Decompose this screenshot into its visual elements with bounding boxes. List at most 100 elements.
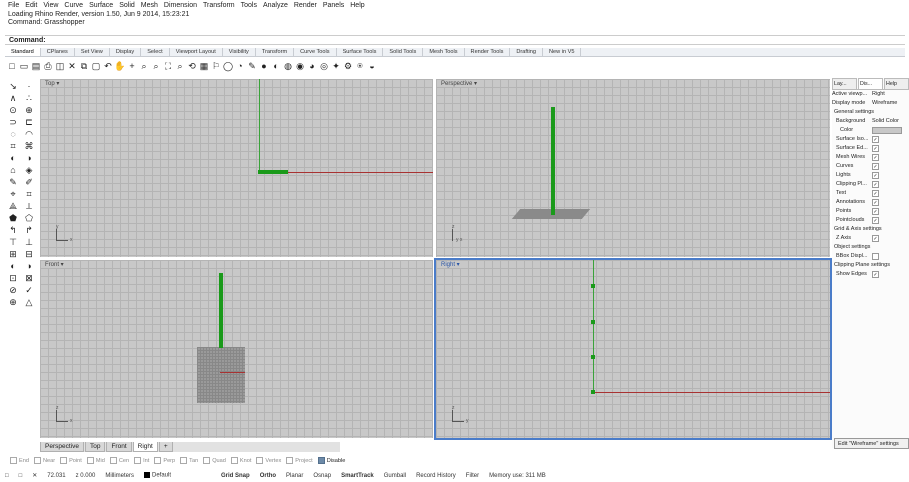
left-tool-icon[interactable]: ◠: [21, 128, 37, 140]
background-value[interactable]: Solid Color: [872, 117, 909, 126]
left-tool-icon[interactable]: ◑: [21, 260, 37, 272]
view-tab[interactable]: Front: [106, 442, 132, 452]
left-tool-icon[interactable]: ⊘: [5, 284, 21, 296]
toolbar-tab[interactable]: CPlanes: [41, 48, 75, 56]
menu-item-file[interactable]: File: [8, 2, 19, 9]
left-tool-icon[interactable]: ⌖: [5, 188, 21, 200]
toolbar-icon[interactable]: ◍: [283, 61, 293, 71]
viewport-title-perspective[interactable]: Perspective ▾: [439, 80, 480, 87]
left-tool-icon[interactable]: ⊕: [5, 296, 21, 308]
osnap-option[interactable]: Point: [60, 457, 82, 464]
toolbar-icon[interactable]: ◫: [55, 61, 65, 71]
status-toggle[interactable]: Filter: [461, 473, 484, 479]
status-toggle[interactable]: Record History: [411, 473, 461, 479]
left-tool-icon[interactable]: ✐: [21, 176, 37, 188]
display-mode-value[interactable]: Wireframe: [872, 99, 909, 108]
left-tool-icon[interactable]: ⌗: [21, 188, 37, 200]
toolbar-icon[interactable]: ▤: [31, 61, 41, 71]
status-toggle[interactable]: SmartTrack: [336, 473, 379, 479]
status-toggle[interactable]: Ortho: [255, 473, 281, 479]
toolbar-icon[interactable]: ✦: [331, 61, 341, 71]
osnap-checkbox[interactable]: [286, 457, 294, 464]
display-setting-checkbox[interactable]: ✓: [872, 208, 879, 215]
panel-tab-display[interactable]: Dis...: [858, 78, 883, 89]
toolbar-icon[interactable]: ✎: [247, 61, 257, 71]
left-tool-icon[interactable]: ·: [21, 80, 37, 92]
view-tab[interactable]: Top: [84, 442, 106, 452]
left-tool-icon[interactable]: ⬠: [21, 212, 37, 224]
osnap-checkbox[interactable]: [60, 457, 68, 464]
toolbar-icon[interactable]: ↶: [103, 61, 113, 71]
toolbar-tab[interactable]: Render Tools: [465, 48, 511, 56]
osnap-option[interactable]: Tan: [180, 457, 198, 464]
menu-item-transform[interactable]: Transform: [203, 2, 235, 9]
toolbar-icon[interactable]: ⛶: [163, 61, 173, 71]
left-tool-icon[interactable]: ↘: [5, 80, 21, 92]
toolbar-icon[interactable]: ✕: [67, 61, 77, 71]
general-settings-header[interactable]: General settings: [832, 108, 909, 117]
toolbar-icon[interactable]: ⌕: [175, 61, 185, 71]
toolbar-icon[interactable]: ▦: [199, 61, 209, 71]
toolbar-tab[interactable]: Set View: [75, 48, 110, 56]
left-tool-icon[interactable]: ✎: [5, 176, 21, 188]
left-tool-icon[interactable]: ↰: [5, 224, 21, 236]
menu-item-panels[interactable]: Panels: [323, 2, 344, 9]
status-toggle[interactable]: Osnap: [308, 473, 336, 479]
osnap-option[interactable]: Near: [33, 457, 55, 464]
menu-item-tools[interactable]: Tools: [241, 2, 257, 9]
status-toggle[interactable]: Grid Snap: [216, 473, 255, 479]
color-swatch[interactable]: [872, 126, 909, 135]
display-setting-checkbox[interactable]: ✓: [872, 172, 879, 179]
status-toggle[interactable]: Gumball: [379, 473, 411, 479]
toolbar-tab[interactable]: New in V5: [543, 48, 582, 56]
toolbar-icon[interactable]: ▢: [91, 61, 101, 71]
osnap-option[interactable]: Cen: [109, 457, 129, 464]
viewport-top[interactable]: Top ▾ y x: [40, 79, 433, 257]
left-tool-icon[interactable]: ⊠: [21, 272, 37, 284]
osnap-option[interactable]: Quad: [203, 457, 226, 464]
viewport-perspective[interactable]: Perspective ▾ z y x: [436, 79, 830, 257]
left-tool-icon[interactable]: ↱: [21, 224, 37, 236]
toolbar-icon[interactable]: ⍟: [355, 61, 365, 71]
units-label[interactable]: Millimeters: [100, 473, 139, 479]
left-tool-icon[interactable]: ✓: [21, 284, 37, 296]
osnap-checkbox[interactable]: [317, 457, 325, 464]
status-toggle[interactable]: Memory use: 311 MB: [484, 473, 551, 479]
toolbar-tab[interactable]: Transform: [256, 48, 295, 56]
toolbar-icon[interactable]: ◎: [319, 61, 329, 71]
display-setting-checkbox[interactable]: ✓: [872, 217, 879, 224]
left-tool-icon[interactable]: ⟁: [5, 200, 21, 212]
osnap-checkbox[interactable]: [256, 457, 264, 464]
osnap-checkbox[interactable]: [109, 457, 117, 464]
toolbar-tab[interactable]: Solid Tools: [383, 48, 424, 56]
toolbar-icon[interactable]: ⚐: [211, 61, 221, 71]
z-axis-checkbox[interactable]: ✓: [872, 235, 879, 242]
toolbar-icon[interactable]: ◉: [295, 61, 305, 71]
panel-tab-layers[interactable]: Lay...: [832, 78, 857, 89]
viewport-front[interactable]: Front ▾ z x: [40, 260, 433, 438]
toolbar-tab[interactable]: Visibility: [223, 48, 256, 56]
display-setting-checkbox[interactable]: ✓: [872, 136, 879, 143]
view-tab[interactable]: Perspective: [40, 442, 84, 452]
left-tool-icon[interactable]: ⬟: [5, 212, 21, 224]
osnap-checkbox[interactable]: [86, 457, 94, 464]
osnap-checkbox[interactable]: [134, 457, 142, 464]
toolbar-tab[interactable]: Drafting: [510, 48, 543, 56]
toolbar-tab[interactable]: Surface Tools: [337, 48, 384, 56]
toolbar-icon[interactable]: ⌕: [139, 61, 149, 71]
left-tool-icon[interactable]: ⊙: [5, 104, 21, 116]
osnap-option[interactable]: Mid: [86, 457, 105, 464]
plane-icon[interactable]: □: [0, 473, 14, 479]
display-setting-checkbox[interactable]: ✓: [872, 190, 879, 197]
display-setting-checkbox[interactable]: ✓: [872, 163, 879, 170]
left-tool-icon[interactable]: ◈: [21, 164, 37, 176]
show-edges-checkbox[interactable]: ✓: [872, 271, 879, 278]
toolbar-icon[interactable]: ✋: [114, 61, 125, 71]
left-tool-icon[interactable]: ⊡: [5, 272, 21, 284]
left-tool-icon[interactable]: ⌗: [5, 140, 21, 152]
toolbar-tab[interactable]: Display: [110, 48, 142, 56]
display-setting-checkbox[interactable]: ✓: [872, 199, 879, 206]
menu-item-solid[interactable]: Solid: [119, 2, 135, 9]
left-tool-icon[interactable]: ◐: [5, 260, 21, 272]
object-settings-header[interactable]: Object settings: [832, 243, 909, 252]
